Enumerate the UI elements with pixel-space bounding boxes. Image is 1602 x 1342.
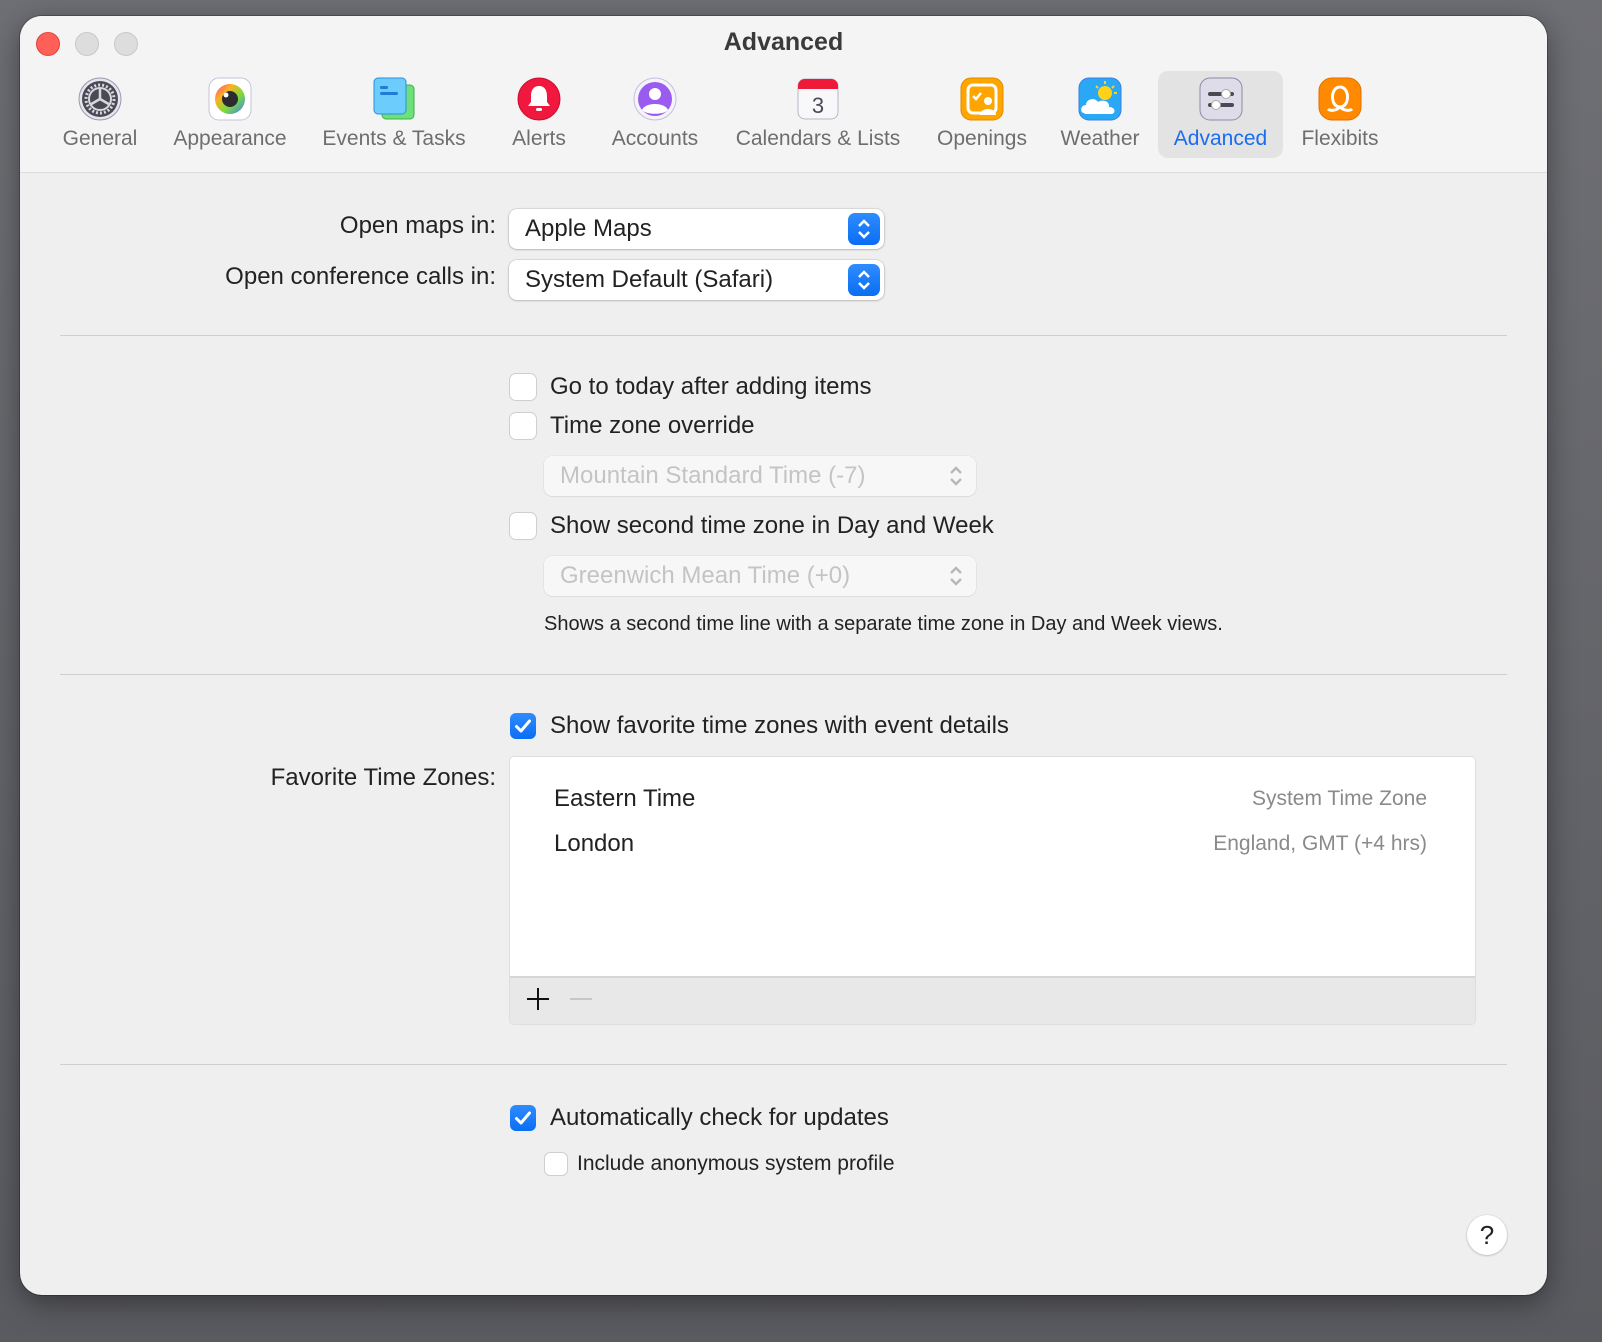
open-calls-popup[interactable]: System Default (Safari) bbox=[509, 260, 884, 300]
show-favorite-time-zones-checkbox[interactable]: Show favorite time zones with event deta… bbox=[510, 712, 1009, 740]
toolbar: Advanced General Appearance Events & Tas… bbox=[20, 16, 1547, 173]
auto-update-checkbox[interactable]: Automatically check for updates bbox=[510, 1104, 889, 1132]
open-maps-popup[interactable]: Apple Maps bbox=[509, 209, 884, 249]
checkbox-checked[interactable] bbox=[510, 713, 536, 739]
time-zone-detail: System Time Zone bbox=[1251, 787, 1427, 810]
tab-label: Appearance bbox=[173, 127, 287, 150]
favorite-time-zones-label: Favorite Time Zones: bbox=[270, 764, 496, 791]
gear-icon bbox=[78, 77, 122, 121]
second-time-zone-checkbox[interactable]: Show second time zone in Day and Week bbox=[510, 512, 994, 540]
tab-appearance[interactable]: Appearance bbox=[165, 71, 295, 158]
flexibits-logo-icon bbox=[1318, 77, 1362, 121]
favorite-time-zones-list[interactable]: Eastern Time System Time Zone London Eng… bbox=[510, 757, 1475, 1024]
tab-label: Advanced bbox=[1173, 127, 1268, 150]
checkbox[interactable] bbox=[510, 413, 536, 439]
tab-flexibits[interactable]: Flexibits bbox=[1290, 71, 1390, 158]
tab-label: Flexibits bbox=[1301, 127, 1379, 150]
remove-time-zone-button[interactable] bbox=[568, 986, 594, 1012]
time-zone-detail: England, GMT (+4 hrs) bbox=[1213, 832, 1427, 855]
divider bbox=[60, 1064, 1507, 1065]
color-eye-icon bbox=[208, 77, 252, 121]
checkbox-checked[interactable] bbox=[510, 1105, 536, 1131]
tab-label: Calendars & Lists bbox=[735, 127, 901, 150]
checkbox-label: Automatically check for updates bbox=[550, 1104, 889, 1131]
tab-label: Weather bbox=[1060, 127, 1140, 150]
minus-icon bbox=[570, 998, 592, 1000]
tab-calendars-lists[interactable]: 3 Calendars & Lists bbox=[723, 71, 913, 158]
tab-weather[interactable]: Weather bbox=[1050, 71, 1150, 158]
checkmark-icon bbox=[515, 719, 531, 733]
calendar-icon: 3 bbox=[796, 77, 840, 121]
preferences-window: Advanced General Appearance Events & Tas… bbox=[20, 16, 1547, 1295]
divider bbox=[60, 674, 1507, 675]
sliders-icon bbox=[1199, 77, 1243, 121]
second-time-zone-popup: Greenwich Mean Time (+0) bbox=[544, 556, 976, 596]
time-zone-override-popup: Mountain Standard Time (-7) bbox=[544, 456, 976, 496]
up-down-chevron-icon bbox=[848, 213, 880, 245]
person-circle-icon bbox=[633, 77, 677, 121]
tab-advanced[interactable]: Advanced bbox=[1158, 71, 1283, 158]
up-down-chevron-icon bbox=[940, 560, 972, 592]
add-time-zone-button[interactable] bbox=[525, 986, 551, 1012]
help-button[interactable]: ? bbox=[1467, 1215, 1507, 1255]
checkbox-label: Go to today after adding items bbox=[550, 373, 872, 400]
checkbox[interactable] bbox=[510, 374, 536, 400]
open-calls-value: System Default (Safari) bbox=[525, 266, 774, 293]
list-toolbar bbox=[510, 976, 1475, 1024]
plus-icon bbox=[527, 988, 549, 1010]
second-time-zone-note: Shows a second time line with a separate… bbox=[544, 613, 1223, 635]
tab-label: General bbox=[62, 127, 138, 150]
tab-label: Openings bbox=[937, 127, 1027, 150]
bell-icon bbox=[517, 77, 561, 121]
list-item[interactable]: London England, GMT (+4 hrs) bbox=[554, 824, 1427, 864]
documents-icon bbox=[372, 77, 416, 121]
tab-events-tasks[interactable]: Events & Tasks bbox=[310, 71, 478, 158]
up-down-chevron-icon bbox=[940, 460, 972, 492]
list-item[interactable]: Eastern Time System Time Zone bbox=[554, 779, 1427, 819]
openings-icon bbox=[960, 77, 1004, 121]
tab-general[interactable]: General bbox=[50, 71, 150, 158]
checkmark-icon bbox=[515, 1111, 531, 1125]
open-calls-label: Open conference calls in: bbox=[225, 263, 496, 290]
checkbox[interactable] bbox=[510, 513, 536, 539]
tab-label: Accounts bbox=[611, 127, 699, 150]
anonymous-profile-checkbox[interactable]: Include anonymous system profile bbox=[545, 1152, 895, 1176]
tab-alerts[interactable]: Alerts bbox=[498, 71, 580, 158]
divider bbox=[60, 335, 1507, 336]
up-down-chevron-icon bbox=[848, 264, 880, 296]
open-maps-label: Open maps in: bbox=[339, 212, 496, 239]
time-zone-name: Eastern Time bbox=[554, 785, 696, 812]
checkbox-label: Show favorite time zones with event deta… bbox=[550, 712, 1009, 739]
tab-accounts[interactable]: Accounts bbox=[600, 71, 710, 158]
tab-openings[interactable]: Openings bbox=[925, 71, 1039, 158]
tab-label: Alerts bbox=[512, 127, 566, 150]
checkbox-label: Time zone override bbox=[550, 412, 755, 439]
checkbox-label: Include anonymous system profile bbox=[577, 1152, 895, 1175]
time-zone-override-checkbox[interactable]: Time zone override bbox=[510, 412, 755, 440]
window-title: Advanced bbox=[723, 28, 844, 56]
weather-icon bbox=[1078, 77, 1122, 121]
open-maps-value: Apple Maps bbox=[525, 215, 652, 242]
second-time-zone-value: Greenwich Mean Time (+0) bbox=[560, 562, 851, 589]
tab-label: Events & Tasks bbox=[322, 127, 466, 150]
checkbox[interactable] bbox=[545, 1153, 567, 1175]
time-zone-name: London bbox=[554, 830, 635, 857]
time-zone-override-value: Mountain Standard Time (-7) bbox=[560, 462, 866, 489]
checkbox-label: Show second time zone in Day and Week bbox=[550, 512, 994, 539]
go-to-today-checkbox[interactable]: Go to today after adding items bbox=[510, 373, 872, 401]
svg-text:3: 3 bbox=[812, 93, 824, 118]
